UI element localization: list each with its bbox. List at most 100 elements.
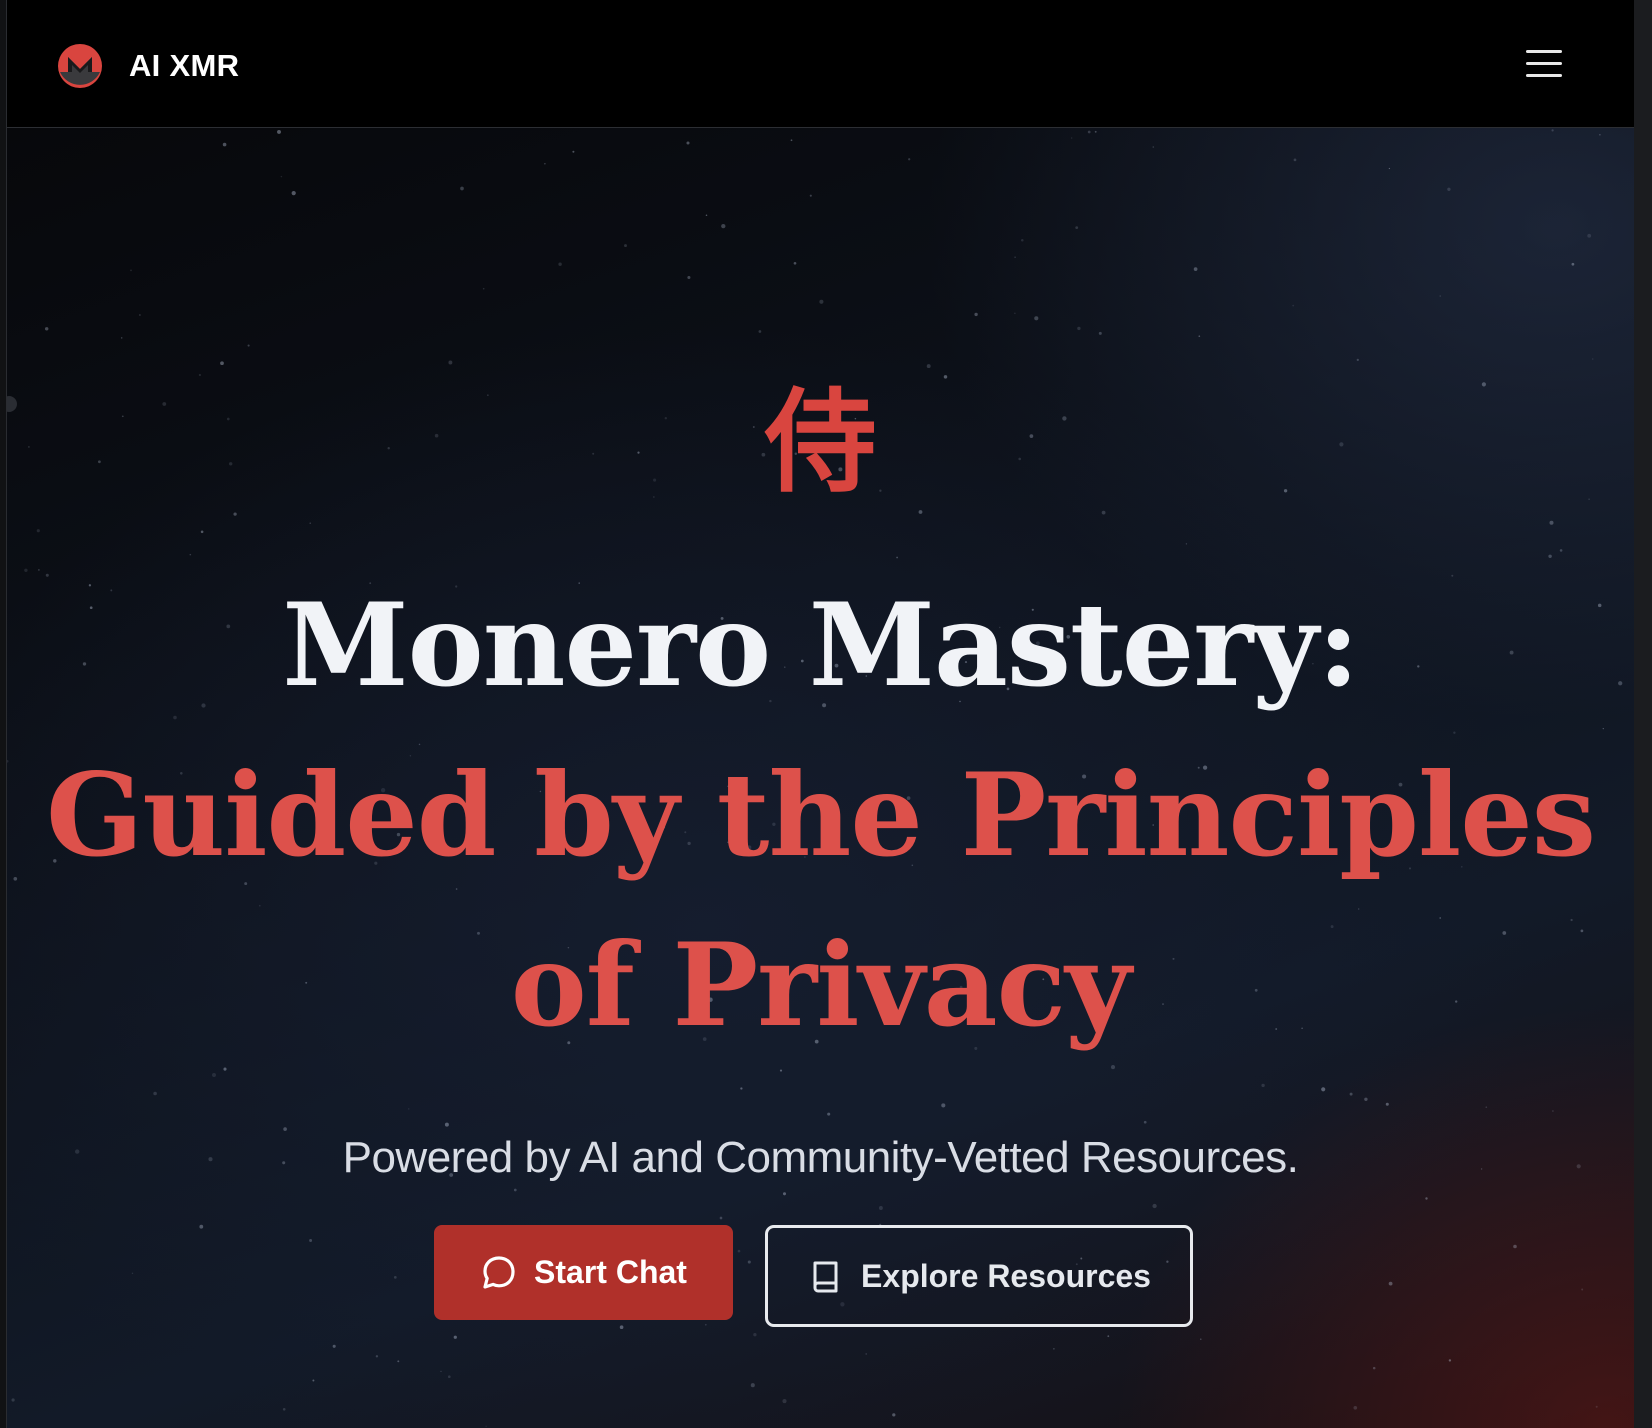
star bbox=[131, 1272, 134, 1275]
star bbox=[1548, 554, 1552, 559]
star bbox=[375, 1355, 379, 1358]
star bbox=[793, 261, 797, 265]
start-chat-button[interactable]: Start Chat bbox=[434, 1225, 733, 1320]
star bbox=[1571, 262, 1575, 266]
star bbox=[120, 337, 123, 339]
headline-line-3: of Privacy bbox=[510, 918, 1132, 1052]
star bbox=[199, 1224, 204, 1229]
star bbox=[705, 214, 708, 217]
star bbox=[1193, 267, 1198, 271]
explore-resources-button[interactable]: Explore Resources bbox=[765, 1225, 1193, 1327]
star bbox=[1098, 331, 1102, 335]
star bbox=[721, 223, 726, 229]
brand-link[interactable]: AI XMR bbox=[57, 42, 239, 90]
star bbox=[1364, 1097, 1368, 1101]
star bbox=[1077, 326, 1081, 331]
star bbox=[440, 1370, 442, 1373]
star bbox=[453, 1335, 457, 1339]
star bbox=[1353, 1405, 1358, 1410]
star bbox=[1185, 543, 1188, 545]
star bbox=[704, 1323, 707, 1326]
star bbox=[1094, 130, 1097, 133]
star bbox=[1292, 304, 1295, 307]
star bbox=[737, 1249, 741, 1253]
star bbox=[865, 1353, 867, 1355]
star bbox=[1356, 358, 1359, 362]
star bbox=[1425, 1197, 1428, 1200]
brand-name: AI XMR bbox=[129, 48, 240, 83]
star bbox=[291, 191, 296, 196]
star bbox=[750, 1383, 755, 1388]
star bbox=[407, 1108, 410, 1110]
star bbox=[1385, 1102, 1389, 1106]
monero-logo-icon bbox=[58, 44, 102, 88]
star bbox=[247, 344, 250, 347]
star bbox=[896, 556, 898, 559]
star bbox=[1447, 187, 1451, 191]
star bbox=[687, 275, 691, 280]
star bbox=[1261, 1083, 1265, 1088]
star bbox=[1014, 312, 1016, 314]
star bbox=[819, 299, 824, 304]
star bbox=[220, 361, 224, 366]
headline-line-2: Guided by the Principles bbox=[45, 748, 1596, 882]
star bbox=[482, 287, 485, 290]
star bbox=[312, 1379, 315, 1382]
star bbox=[1549, 520, 1554, 525]
star bbox=[1591, 358, 1594, 360]
star bbox=[1053, 1348, 1055, 1350]
book-icon bbox=[813, 1261, 838, 1293]
hero-subtitle: Powered by AI and Community-Vetted Resou… bbox=[342, 1133, 1299, 1182]
star bbox=[1372, 1366, 1376, 1370]
samurai-kanji: 侍 bbox=[764, 377, 877, 508]
star bbox=[782, 1192, 787, 1196]
hamburger-menu-icon[interactable] bbox=[1522, 44, 1568, 84]
star bbox=[926, 364, 931, 369]
navbar: AI XMR bbox=[7, 0, 1634, 128]
star bbox=[1448, 1359, 1452, 1362]
star bbox=[277, 129, 281, 134]
star bbox=[908, 158, 911, 161]
star bbox=[758, 330, 762, 333]
star bbox=[36, 529, 40, 533]
star bbox=[130, 269, 132, 272]
star bbox=[1293, 158, 1297, 162]
star bbox=[11, 1398, 15, 1402]
star bbox=[1513, 1244, 1517, 1249]
star bbox=[282, 1407, 286, 1411]
star bbox=[139, 314, 141, 316]
star bbox=[747, 1260, 751, 1264]
explore-resources-label: Explore Resources bbox=[861, 1257, 1151, 1294]
star bbox=[198, 373, 201, 377]
star bbox=[485, 1425, 487, 1427]
star bbox=[558, 262, 562, 266]
star bbox=[332, 1344, 336, 1348]
window-gutter bbox=[1634, 0, 1652, 1428]
star bbox=[1075, 226, 1079, 229]
star bbox=[1388, 167, 1391, 170]
star bbox=[624, 244, 627, 248]
star bbox=[200, 530, 204, 534]
star bbox=[1087, 130, 1091, 134]
star bbox=[212, 1073, 216, 1077]
star bbox=[1071, 137, 1073, 139]
star bbox=[1388, 1281, 1393, 1286]
star bbox=[918, 510, 923, 514]
star bbox=[1034, 316, 1039, 321]
headline-line-1: Monero Mastery: bbox=[282, 578, 1359, 712]
star bbox=[782, 1399, 787, 1404]
star bbox=[753, 1333, 757, 1337]
star bbox=[1021, 239, 1024, 242]
star bbox=[1595, 1405, 1598, 1408]
star bbox=[878, 1206, 883, 1210]
star bbox=[397, 1360, 400, 1363]
star bbox=[309, 522, 311, 524]
star bbox=[393, 1276, 397, 1279]
star bbox=[1198, 335, 1201, 338]
hero-section: 侍 Monero Mastery: Guided by the Principl… bbox=[7, 128, 1634, 1428]
star bbox=[619, 1325, 624, 1330]
star bbox=[233, 512, 237, 516]
star bbox=[827, 1112, 831, 1116]
star bbox=[153, 1091, 157, 1096]
hero-headline: Monero Mastery: Guided by the Principles… bbox=[7, 560, 1634, 1070]
